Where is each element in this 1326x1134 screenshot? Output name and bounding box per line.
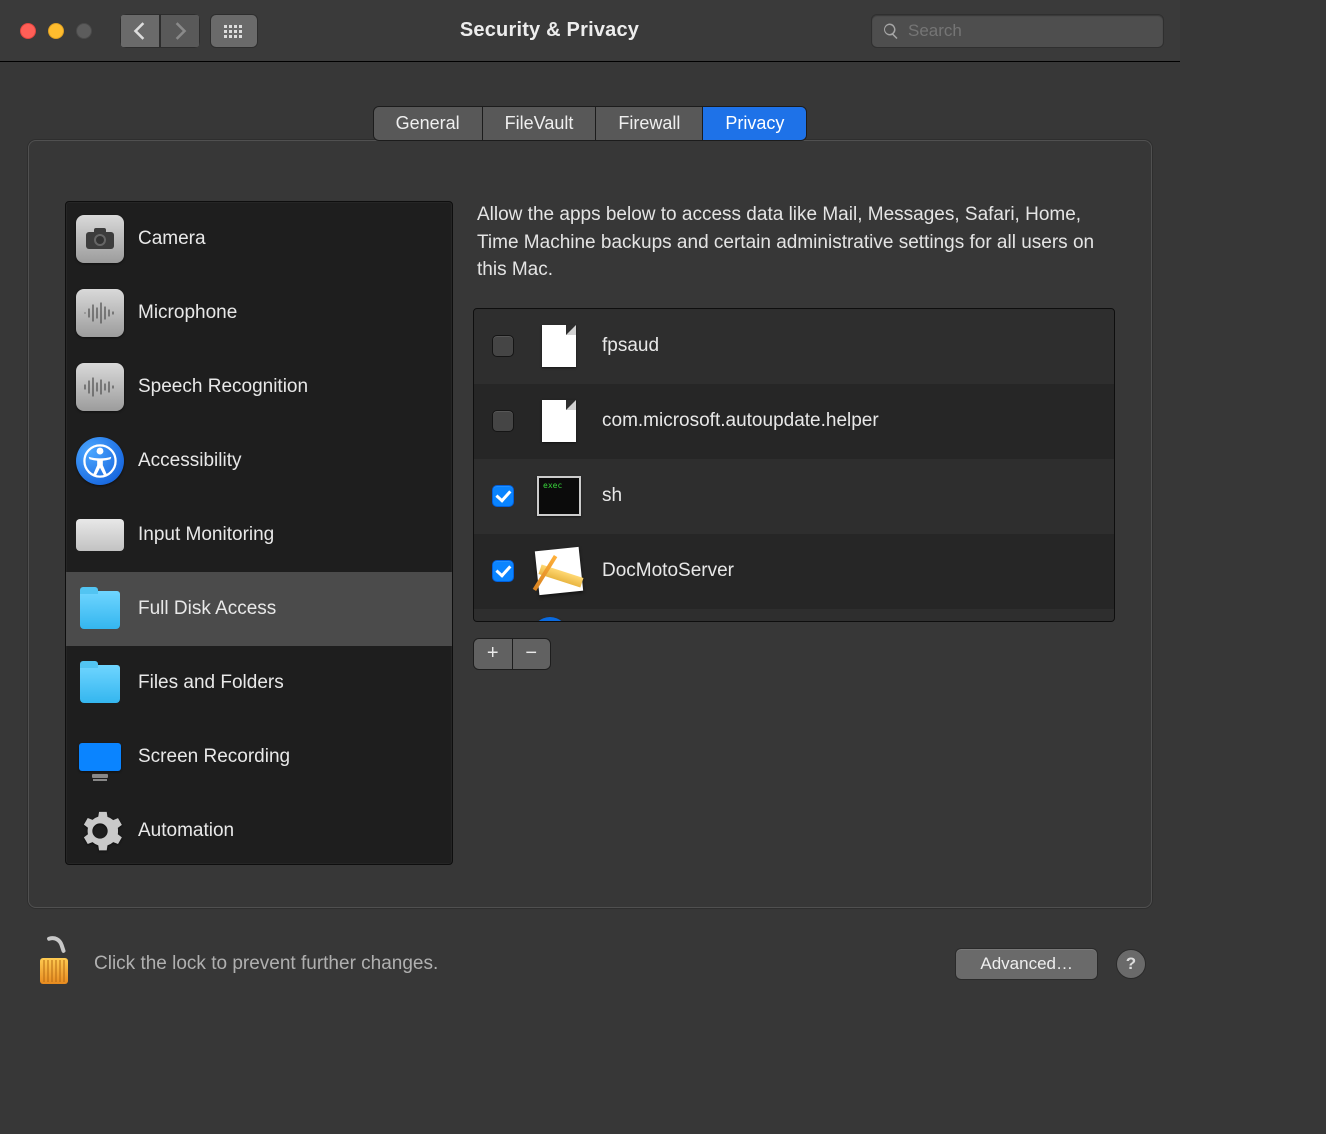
tab-privacy[interactable]: Privacy — [703, 107, 806, 140]
tab-firewall[interactable]: Firewall — [596, 107, 703, 140]
tab-filevault[interactable]: FileVault — [483, 107, 597, 140]
minimize-button[interactable] — [48, 23, 64, 39]
gear-icon — [76, 807, 124, 855]
sidebar-item-full-disk-access[interactable]: Full Disk Access — [66, 572, 452, 646]
tab-general[interactable]: General — [374, 107, 483, 140]
system-preferences-window: Security & Privacy General FileVault Fir… — [0, 0, 1180, 1010]
app-row[interactable]: fpsaud — [474, 309, 1114, 384]
app-checkbox[interactable] — [492, 560, 514, 582]
content: General FileVault Firewall Privacy Camer… — [0, 62, 1180, 908]
add-button[interactable]: + — [474, 639, 513, 669]
sidebar-item-label: Camera — [138, 228, 206, 250]
close-button[interactable] — [20, 23, 36, 39]
sidebar-item-speech[interactable]: Speech Recognition — [66, 350, 452, 424]
app-checkbox[interactable] — [492, 335, 514, 357]
app-name: com.microsoft.autoupdate.helper — [602, 410, 879, 432]
app-name: sh — [602, 485, 622, 507]
display-icon — [76, 733, 124, 781]
sidebar-item-label: Speech Recognition — [138, 376, 308, 398]
sidebar-item-label: Automation — [138, 820, 234, 842]
nav-buttons — [120, 14, 200, 48]
detail-pane: Allow the apps below to access data like… — [473, 201, 1115, 865]
apps-list[interactable]: fpsaud com.microsoft.autoupdate.helper s… — [473, 308, 1115, 622]
terminal-icon — [536, 473, 582, 519]
sidebar-item-label: Accessibility — [138, 450, 241, 472]
application-icon — [536, 548, 582, 594]
sidebar-item-label: Input Monitoring — [138, 524, 274, 546]
advanced-button[interactable]: Advanced… — [955, 948, 1098, 980]
tab-bar: General FileVault Firewall Privacy — [28, 106, 1152, 141]
lock-icon[interactable] — [34, 936, 74, 993]
help-button[interactable]: ? — [1116, 949, 1146, 979]
search-icon — [882, 22, 900, 40]
sidebar-item-input-monitoring[interactable]: Input Monitoring — [66, 498, 452, 572]
titlebar: Security & Privacy — [0, 0, 1180, 62]
search-field[interactable] — [871, 14, 1164, 48]
app-checkbox[interactable] — [492, 410, 514, 432]
privacy-panel: Camera Microphone Speech Recognition Acc… — [28, 140, 1152, 908]
document-icon — [536, 398, 582, 444]
window-title: Security & Privacy — [228, 19, 871, 42]
app-row[interactable]: sh — [474, 459, 1114, 534]
app-row[interactable]: com.microsoft.autoupdate.helper — [474, 384, 1114, 459]
add-remove-controls: + − — [473, 638, 551, 670]
folder-icon — [76, 585, 124, 633]
camera-icon — [76, 215, 124, 263]
document-icon — [536, 323, 582, 369]
privacy-category-list[interactable]: Camera Microphone Speech Recognition Acc… — [65, 201, 453, 865]
sidebar-item-files-folders[interactable]: Files and Folders — [66, 646, 452, 720]
list-overflow-peek — [474, 609, 1114, 622]
zoom-button[interactable] — [76, 23, 92, 39]
lock-text: Click the lock to prevent further change… — [94, 953, 438, 975]
sidebar-item-label: Microphone — [138, 302, 237, 324]
speech-icon — [76, 363, 124, 411]
sidebar-item-label: Screen Recording — [138, 746, 290, 768]
microphone-icon — [76, 289, 124, 337]
back-button[interactable] — [120, 14, 160, 48]
sidebar-item-label: Files and Folders — [138, 672, 284, 694]
footer: Click the lock to prevent further change… — [0, 918, 1180, 1010]
folder-icon — [76, 659, 124, 707]
sidebar-item-automation[interactable]: Automation — [66, 794, 452, 865]
sidebar-item-accessibility[interactable]: Accessibility — [66, 424, 452, 498]
search-input[interactable] — [906, 20, 1153, 42]
keyboard-icon — [76, 511, 124, 559]
sidebar-item-label: Full Disk Access — [138, 598, 276, 620]
accessibility-icon — [76, 437, 124, 485]
sidebar-item-screen-recording[interactable]: Screen Recording — [66, 720, 452, 794]
sidebar-item-camera[interactable]: Camera — [66, 202, 452, 276]
forward-button — [160, 14, 200, 48]
app-checkbox[interactable] — [492, 485, 514, 507]
app-name: fpsaud — [602, 335, 659, 357]
description-text: Allow the apps below to access data like… — [473, 201, 1115, 308]
sidebar-item-microphone[interactable]: Microphone — [66, 276, 452, 350]
app-name: DocMotoServer — [602, 560, 734, 582]
remove-button[interactable]: − — [513, 639, 551, 669]
app-row[interactable]: DocMotoServer — [474, 534, 1114, 609]
window-controls — [20, 23, 92, 39]
